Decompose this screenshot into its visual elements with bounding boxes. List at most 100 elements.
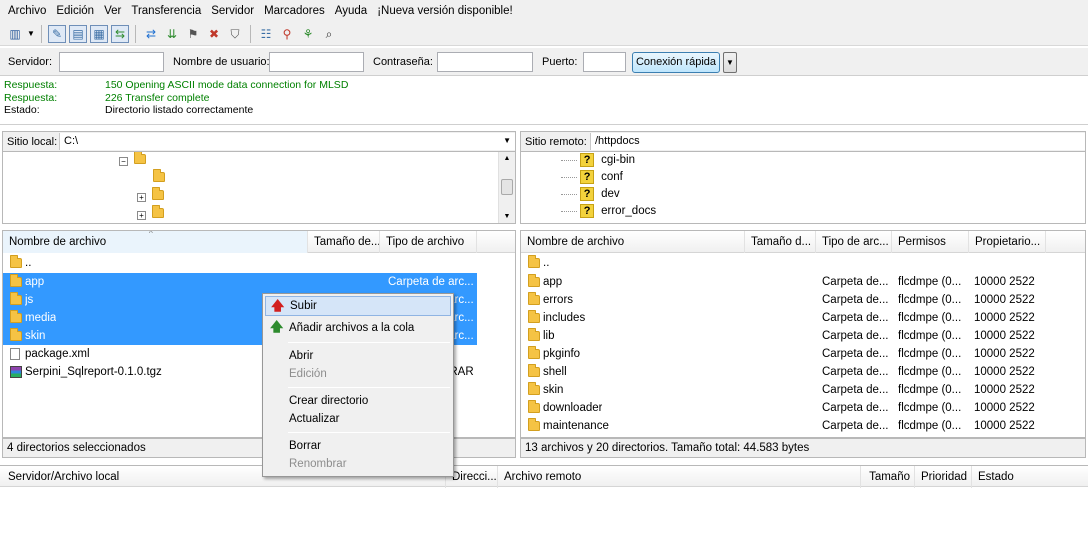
file-permissions: flcdmpe (0... — [898, 276, 962, 288]
folder-icon — [528, 382, 540, 395]
menu-ver[interactable]: Ver — [99, 0, 126, 22]
file-name: errors — [543, 294, 574, 306]
tree-label: dev — [601, 188, 620, 200]
table-row[interactable]: includes Carpeta de... flcdmpe (0... 100… — [521, 309, 1085, 327]
file-permissions: flcdmpe (0... — [898, 330, 962, 342]
reconnect-icon[interactable]: ⛉ — [226, 25, 244, 43]
local-col-name[interactable]: Nombre de archivo ^ — [3, 231, 308, 253]
process-queue-icon[interactable]: ⇊ — [163, 25, 181, 43]
expand-icon[interactable]: + — [137, 211, 146, 220]
search-icon[interactable]: ⌕ — [320, 25, 338, 43]
unknown-folder-icon: ? — [580, 187, 595, 201]
menu-marcadores[interactable]: Marcadores — [259, 0, 330, 22]
remote-tree-item[interactable]: ? conf — [561, 169, 623, 186]
menu-item-upload[interactable]: 🡅 Subir — [265, 296, 451, 316]
table-row[interactable]: .. — [521, 254, 1085, 272]
table-row[interactable]: pkginfo Carpeta de... flcdmpe (0... 1000… — [521, 345, 1085, 363]
quickconnect-button[interactable]: Conexión rápida — [632, 52, 720, 73]
compare-icon[interactable]: ⚲ — [278, 25, 296, 43]
menu-new-version[interactable]: ¡Nueva versión disponible! — [372, 0, 518, 22]
remote-col-name[interactable]: Nombre de archivo — [521, 231, 745, 253]
log-value: 150 Opening ASCII mode data connection f… — [105, 79, 349, 91]
menu-ayuda[interactable]: Ayuda — [330, 0, 372, 22]
chevron-down-icon[interactable]: ▼ — [503, 133, 511, 149]
refresh-icon[interactable]: ⇄ — [142, 25, 160, 43]
toggle-remote-tree-icon[interactable]: ▦ — [90, 24, 108, 43]
remote-file-list[interactable]: Nombre de archivo Tamaño d... Tipo de ar… — [520, 230, 1086, 438]
remote-tree-item[interactable]: ? error_docs — [561, 203, 656, 220]
site-manager-dropdown-icon[interactable]: ▼ — [27, 25, 35, 43]
tree-node[interactable]: + — [137, 205, 165, 221]
scrollbar-thumb[interactable] — [501, 179, 513, 195]
scroll-up-icon[interactable]: ▲ — [499, 155, 515, 162]
remote-tree-item[interactable]: ? cgi-bin — [561, 152, 635, 169]
remote-path-input[interactable]: /httpdocs — [590, 133, 1085, 150]
menu-separator — [288, 432, 450, 433]
local-col-size[interactable]: Tamaño de... — [308, 231, 380, 253]
tree-node[interactable]: − — [119, 152, 147, 167]
table-row[interactable]: maintenance Carpeta de... flcdmpe (0... … — [521, 417, 1085, 435]
table-row[interactable]: shell Carpeta de... flcdmpe (0... 10000 … — [521, 363, 1085, 381]
quickconnect-dropdown-icon[interactable]: ▼ — [723, 52, 737, 73]
menu-transferencia[interactable]: Transferencia — [126, 0, 206, 22]
menu-servidor[interactable]: Servidor — [206, 0, 259, 22]
table-row[interactable]: lib Carpeta de... flcdmpe (0... 10000 25… — [521, 327, 1085, 345]
folder-icon — [528, 400, 540, 413]
remote-col-permissions[interactable]: Permisos — [892, 231, 969, 253]
menu-archivo[interactable]: Archivo — [3, 0, 51, 22]
file-owner: 10000 2522 — [974, 420, 1035, 432]
filter-icon[interactable]: ☷ — [257, 25, 275, 43]
remote-col-owner[interactable]: Propietario... — [969, 231, 1046, 253]
collapse-icon[interactable]: − — [119, 157, 128, 166]
queue-col-status[interactable]: Estado — [972, 466, 1088, 488]
password-input[interactable] — [437, 52, 533, 72]
remote-col-size[interactable]: Tamaño d... — [745, 231, 816, 253]
local-col-type[interactable]: Tipo de archivo — [380, 231, 477, 253]
table-row[interactable]: app Carpeta de arc... — [3, 273, 477, 291]
queue-col-remote[interactable]: Archivo remoto — [498, 466, 861, 488]
table-row[interactable]: .. — [3, 254, 477, 272]
remote-tree-item[interactable]: ? dev — [561, 186, 620, 203]
sync-browse-icon[interactable]: ⚘ — [299, 25, 317, 43]
tree-line — [561, 210, 577, 212]
table-row[interactable]: skin Carpeta de... flcdmpe (0... 10000 2… — [521, 381, 1085, 399]
local-tree-scrollbar[interactable]: ▲ ▼ — [498, 152, 515, 223]
table-row[interactable]: downloader Carpeta de... flcdmpe (0... 1… — [521, 399, 1085, 417]
folder-icon — [528, 364, 540, 377]
menu-edicion[interactable]: Edición — [51, 0, 99, 22]
toggle-local-tree-icon[interactable]: ▤ — [69, 24, 87, 43]
queue-col-priority[interactable]: Prioridad — [915, 466, 972, 488]
local-path-input[interactable]: C:\ ▼ — [59, 133, 515, 150]
file-name: .. — [25, 257, 32, 269]
menu-item-refresh[interactable]: Actualizar — [265, 409, 451, 429]
menu-item-create-directory[interactable]: Crear directorio — [265, 391, 451, 411]
folder-icon — [528, 310, 540, 323]
queue-col-size[interactable]: Tamaño — [861, 466, 915, 488]
menu-item-open[interactable]: Abrir — [265, 346, 451, 366]
remote-tree[interactable]: ? cgi-bin ? conf ? dev ? error_docs — [520, 152, 1086, 224]
scroll-down-icon[interactable]: ▼ — [499, 213, 515, 220]
log-value: Directorio listado correctamente — [105, 104, 254, 116]
file-permissions: flcdmpe (0... — [898, 294, 962, 306]
menu-item-add-to-queue[interactable]: 🡅 Añadir archivos a la cola — [265, 318, 451, 338]
cancel-icon[interactable]: ⚑ — [184, 25, 202, 43]
file-name: pkginfo — [543, 348, 581, 360]
port-input[interactable] — [583, 52, 626, 72]
host-input[interactable] — [59, 52, 164, 72]
tree-line — [561, 193, 577, 195]
user-input[interactable] — [269, 52, 364, 72]
tree-node[interactable] — [153, 169, 165, 185]
site-manager-icon[interactable]: ▥ — [6, 25, 24, 43]
local-tree[interactable]: − + + ▲ ▼ — [2, 152, 516, 224]
table-row[interactable]: errors Carpeta de... flcdmpe (0... 10000… — [521, 291, 1085, 309]
toggle-queue-icon[interactable]: ⇆ — [111, 24, 129, 43]
folder-icon — [10, 328, 22, 341]
folder-icon — [528, 292, 540, 305]
menu-item-delete[interactable]: Borrar — [265, 436, 451, 456]
tree-node[interactable]: + — [137, 187, 165, 203]
disconnect-icon[interactable]: ✖ — [205, 25, 223, 43]
toggle-log-icon[interactable]: ✎ — [48, 24, 66, 43]
table-row[interactable]: app Carpeta de... flcdmpe (0... 10000 25… — [521, 273, 1085, 291]
remote-col-type[interactable]: Tipo de arc... — [816, 231, 892, 253]
expand-icon[interactable]: + — [137, 193, 146, 202]
